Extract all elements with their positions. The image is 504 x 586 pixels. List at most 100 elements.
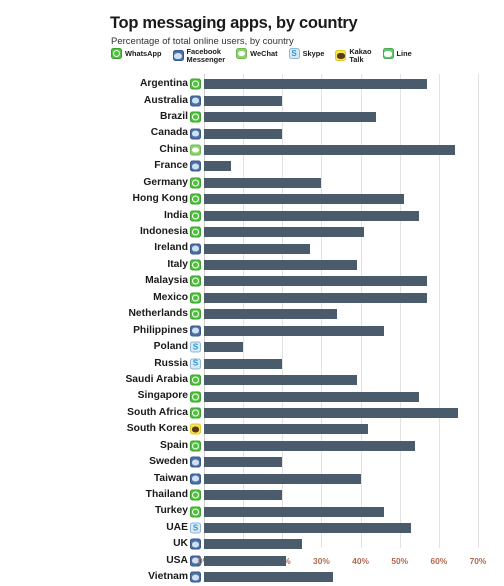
bar: [204, 375, 357, 386]
whatsapp-icon: [190, 489, 201, 501]
legend-item-kakao-talk[interactable]: Kakao Talk: [335, 47, 372, 64]
whatsapp-icon: [190, 259, 201, 271]
chart-row: UK: [173, 536, 478, 552]
country-label: Sweden: [149, 456, 188, 468]
line-icon: [382, 48, 394, 59]
facebook-messenger-icon: [190, 571, 201, 583]
facebook-messenger-icon: [172, 50, 184, 62]
legend-item-facebook-messenger[interactable]: Facebook Messenger: [172, 47, 226, 64]
bar: [204, 260, 357, 271]
country-label: UAE: [166, 521, 188, 533]
country-label: Mexico: [153, 291, 188, 303]
country-label: Taiwan: [153, 472, 188, 484]
bar: [204, 112, 377, 123]
legend-item-wechat[interactable]: WeChat: [236, 48, 278, 59]
chart-row: Hong Kong: [133, 191, 478, 207]
bar: [204, 325, 385, 336]
legend-item-line[interactable]: Line: [382, 48, 412, 59]
bar: [204, 555, 287, 566]
kakao-talk-icon: [190, 423, 201, 435]
chart-area: Argentina Australia Brazil Canada China Franc…: [0, 74, 504, 583]
facebook-messenger-icon: [190, 456, 201, 468]
country-label: Ireland: [154, 242, 188, 254]
country-label: South Africa: [127, 406, 188, 418]
chart-row: Thailand: [146, 487, 478, 503]
bar: [204, 440, 416, 451]
skype-icon: S: [190, 341, 201, 353]
whatsapp-icon: [190, 391, 201, 403]
country-label: Spain: [159, 439, 188, 451]
whatsapp-icon: [190, 78, 201, 90]
x-tick-label: 40%: [352, 556, 369, 566]
legend-item-skype[interactable]: S Skype: [288, 48, 324, 59]
bar: [204, 506, 385, 517]
bar: [204, 210, 420, 221]
chart-page: Top messaging apps, by country Percentag…: [0, 0, 504, 583]
bar: [204, 144, 455, 155]
chart-row: Vietnam: [148, 569, 478, 585]
country-label: Brazil: [159, 110, 188, 122]
bar: [204, 79, 428, 90]
whatsapp-icon: [190, 506, 201, 518]
facebook-messenger-icon: [190, 128, 201, 140]
whatsapp-icon: [190, 292, 201, 304]
facebook-messenger-icon: [190, 325, 201, 337]
chart-row: Argentina: [140, 76, 478, 92]
whatsapp-icon: [190, 440, 201, 452]
whatsapp-icon: [111, 48, 122, 59]
country-label: China: [159, 143, 188, 155]
legend-label: Line: [396, 48, 412, 58]
legend-label: Facebook Messenger: [186, 47, 226, 64]
bar: [204, 194, 404, 205]
wechat-icon: [190, 144, 201, 156]
chart-row: Spain: [160, 438, 478, 454]
bar: [204, 407, 459, 418]
facebook-messenger-icon: [190, 243, 201, 255]
bar: [204, 292, 428, 303]
chart-row: France: [154, 158, 478, 174]
bar: [204, 95, 283, 106]
chart-row: Poland S: [154, 339, 478, 355]
bar: [204, 243, 310, 254]
legend-label: WhatsApp: [125, 48, 162, 58]
legend-label: Kakao Talk: [349, 47, 372, 64]
chart-row: South Africa: [127, 405, 478, 421]
chart-row: Australia: [144, 92, 478, 108]
bar: [204, 490, 283, 501]
chart-row: Indonesia: [140, 224, 478, 240]
country-label: Saudi Arabia: [125, 373, 188, 385]
bar: [204, 309, 338, 320]
whatsapp-icon: [190, 275, 201, 287]
skype-icon: S: [288, 48, 300, 59]
country-label: Germany: [143, 176, 188, 188]
country-label: Netherlands: [128, 308, 188, 320]
bar: [204, 523, 412, 534]
chart-row: Netherlands: [128, 306, 478, 322]
whatsapp-icon: [190, 226, 201, 238]
country-label: Poland: [153, 341, 188, 353]
wechat-icon: [236, 48, 248, 59]
bar: [204, 177, 322, 188]
x-tick-label: 60%: [430, 556, 448, 566]
page-title: Top messaging apps, by country: [110, 14, 358, 32]
country-label: Thailand: [145, 489, 188, 500]
legend-label: WeChat: [250, 48, 278, 58]
whatsapp-icon: [190, 374, 201, 386]
bar-rows: Argentina Australia Brazil Canada China Franc…: [125, 76, 478, 586]
bar: [204, 457, 283, 468]
kakao-talk-icon: [335, 50, 347, 62]
x-tick-label: 30%: [313, 556, 330, 566]
chart-row: Germany: [143, 175, 478, 191]
x-tick-label: 70%: [469, 556, 487, 566]
chart-row: Saudi Arabia: [125, 372, 478, 388]
whatsapp-icon: [190, 193, 201, 205]
facebook-messenger-icon: [190, 538, 201, 550]
bar: [204, 276, 428, 287]
country-label: Singapore: [137, 390, 188, 402]
bar: [204, 539, 302, 550]
whatsapp-icon: [190, 407, 201, 419]
whatsapp-icon: [190, 308, 201, 320]
bar: [204, 473, 361, 484]
chart-row: Malaysia: [145, 273, 478, 289]
legend-item-whatsapp[interactable]: WhatsApp: [111, 48, 162, 59]
